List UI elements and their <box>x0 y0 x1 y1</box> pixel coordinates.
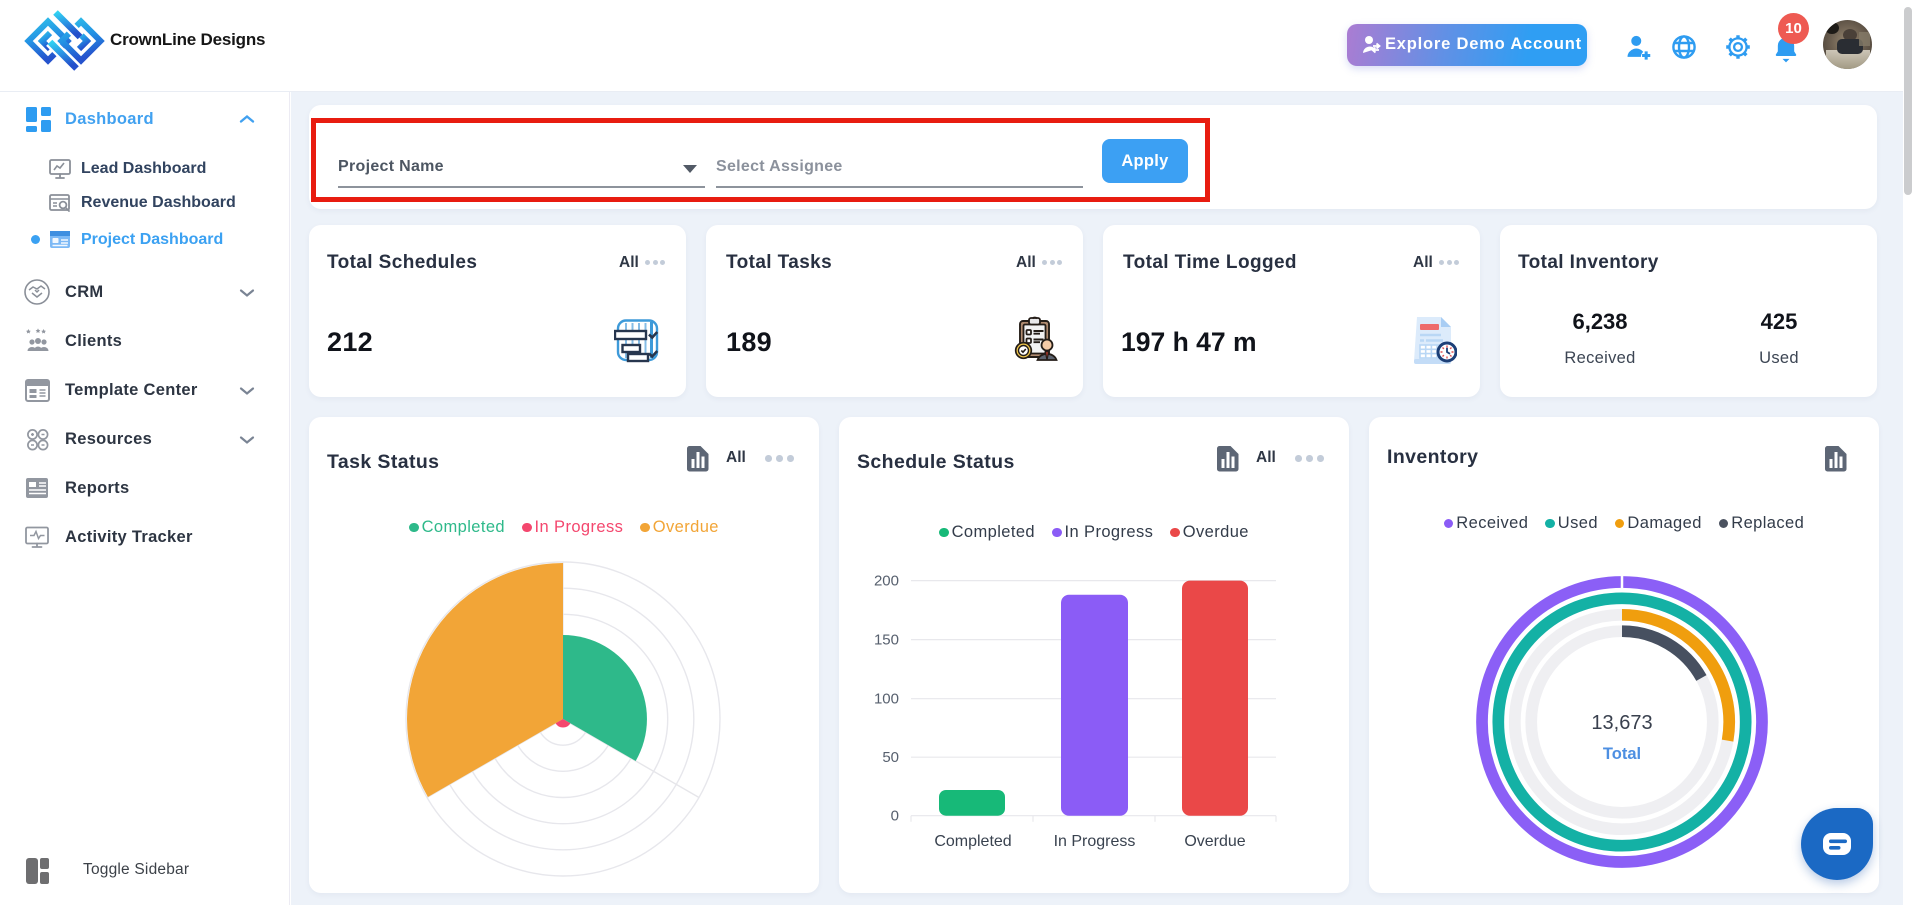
svg-text:Overdue: Overdue <box>1184 833 1245 850</box>
svg-text:13,673: 13,673 <box>1591 712 1652 734</box>
svg-text:150: 150 <box>874 632 899 649</box>
svg-text:100: 100 <box>874 691 899 708</box>
svg-text:50: 50 <box>882 749 899 766</box>
svg-text:200: 200 <box>874 573 899 590</box>
svg-text:Completed: Completed <box>934 833 1011 850</box>
svg-text:In Progress: In Progress <box>1054 833 1136 850</box>
svg-text:Total: Total <box>1603 745 1641 763</box>
svg-text:0: 0 <box>891 808 899 825</box>
